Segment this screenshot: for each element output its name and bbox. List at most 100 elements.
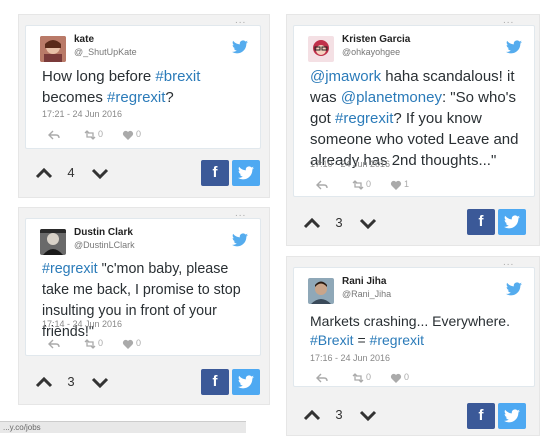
author-name[interactable]: Kristen Garcia: [342, 34, 410, 45]
retweet-count: 0: [98, 338, 104, 348]
mention-link[interactable]: @jmawork: [310, 68, 381, 85]
downvote-icon[interactable]: [91, 161, 109, 185]
retweet-icon: [84, 339, 96, 349]
embedded-tweet[interactable]: kate @_ShutUpKate How long before #brexi…: [25, 25, 261, 149]
like-action[interactable]: 0: [122, 129, 152, 141]
twitter-share-button[interactable]: [498, 403, 526, 429]
tweet-text: @jmawork haha scandalous! it was @planet…: [310, 66, 522, 171]
facebook-share-button[interactable]: f: [201, 160, 229, 186]
downvote-icon[interactable]: [359, 211, 377, 235]
tweet-timestamp[interactable]: 17:14 - 24 Jun 2016: [42, 319, 122, 329]
like-count: 1: [404, 179, 410, 189]
twitter-icon: [504, 409, 520, 423]
author-handle[interactable]: @_ShutUpKate: [74, 47, 137, 57]
author-handle[interactable]: @Rani_Jiha: [342, 289, 391, 299]
author-handle[interactable]: @DustinLClark: [74, 240, 135, 250]
hashtag-link[interactable]: #regrexit: [335, 110, 393, 127]
like-action[interactable]: 1: [390, 179, 420, 191]
avatar: [308, 36, 334, 62]
vote-count: 4: [67, 165, 75, 180]
author-name[interactable]: kate: [74, 34, 94, 45]
facebook-share-button[interactable]: f: [467, 403, 495, 429]
twitter-bird-icon[interactable]: [506, 282, 522, 296]
twitter-share-button[interactable]: [232, 160, 260, 186]
reply-icon[interactable]: [316, 179, 328, 191]
facebook-icon: f: [478, 407, 484, 424]
tweet-timestamp[interactable]: 17:10 - 24 Jun 2016: [310, 159, 390, 169]
tweet-card: ... Rani Jiha @Rani_Jiha Markets crashin…: [286, 256, 540, 436]
author-name[interactable]: Dustin Clark: [74, 227, 133, 238]
retweet-action[interactable]: 0: [352, 179, 382, 191]
retweet-count: 0: [366, 372, 372, 382]
text-segment: =: [353, 332, 370, 348]
facebook-share-button[interactable]: f: [201, 369, 229, 395]
tweet-text: Markets crashing... Everywhere. #Brexit …: [310, 312, 522, 350]
vote-widget: 3: [35, 370, 115, 394]
embedded-tweet[interactable]: Dustin Clark @DustinLClark #regrexit "c'…: [25, 218, 261, 356]
retweet-action[interactable]: 0: [84, 129, 114, 141]
downvote-icon[interactable]: [359, 403, 377, 427]
reply-icon[interactable]: [316, 372, 328, 384]
like-action[interactable]: 0: [122, 338, 152, 350]
tweet-timestamp[interactable]: 17:16 - 24 Jun 2016: [310, 353, 390, 363]
reply-icon[interactable]: [48, 338, 60, 350]
avatar: [40, 229, 66, 255]
twitter-bird-icon[interactable]: [232, 233, 248, 247]
facebook-icon: f: [212, 373, 218, 390]
vote-count: 3: [335, 215, 343, 230]
twitter-bird-icon[interactable]: [506, 40, 522, 54]
avatar-kristen: [308, 36, 334, 62]
vote-widget: 4: [35, 161, 115, 185]
hashtag-link[interactable]: #regrexit: [370, 332, 424, 348]
avatar-kate: [40, 36, 66, 62]
heart-icon: [122, 339, 134, 349]
upvote-icon[interactable]: [303, 403, 321, 427]
twitter-share-button[interactable]: [232, 369, 260, 395]
card-menu-dots[interactable]: ...: [235, 16, 246, 26]
twitter-bird-icon[interactable]: [232, 40, 248, 54]
hashtag-link[interactable]: #brexit: [155, 68, 200, 85]
reply-icon[interactable]: [48, 129, 60, 141]
card-menu-dots[interactable]: ...: [503, 16, 514, 26]
heart-icon: [390, 373, 402, 383]
hashtag-link[interactable]: #Brexit: [310, 332, 354, 348]
avatar: [40, 36, 66, 62]
facebook-icon: f: [478, 213, 484, 230]
twitter-icon: [504, 215, 520, 229]
upvote-icon[interactable]: [303, 211, 321, 235]
tweet-card: ... kate @_ShutUpKate How long before #b…: [18, 14, 270, 198]
retweet-icon: [352, 373, 364, 383]
like-count: 0: [136, 338, 142, 348]
embedded-tweet[interactable]: Kristen Garcia @ohkayohgee @jmawork haha…: [293, 25, 535, 197]
upvote-icon[interactable]: [35, 370, 53, 394]
facebook-share-button[interactable]: f: [467, 209, 495, 235]
tweet-timestamp[interactable]: 17:21 - 24 Jun 2016: [42, 109, 122, 119]
hashtag-link[interactable]: #regrexit: [107, 89, 165, 106]
author-name[interactable]: Rani Jiha: [342, 276, 386, 287]
tweet-card: ... Kristen Garcia @ohkayohgee @jmawork …: [286, 14, 540, 246]
like-action[interactable]: 0: [390, 372, 420, 384]
browser-status-bar: ...y.co/jobs: [0, 421, 246, 433]
twitter-share-button[interactable]: [498, 209, 526, 235]
downvote-icon[interactable]: [91, 370, 109, 394]
vote-count: 3: [335, 407, 343, 422]
tweet-card: ... Dustin Clark @DustinLClark #regrexit…: [18, 207, 270, 405]
tweet-text: #regrexit "c'mon baby, please take me ba…: [42, 259, 254, 343]
facebook-icon: f: [212, 164, 218, 181]
retweet-action[interactable]: 0: [352, 372, 382, 384]
like-count: 0: [404, 372, 410, 382]
vote-widget: 3: [303, 211, 383, 235]
like-count: 0: [136, 129, 142, 139]
card-menu-dots[interactable]: ...: [503, 258, 514, 268]
text-segment: becomes: [42, 89, 108, 106]
heart-icon: [122, 130, 134, 140]
card-menu-dots[interactable]: ...: [235, 209, 246, 219]
retweet-action[interactable]: 0: [84, 338, 114, 350]
avatar-dustin: [40, 229, 66, 255]
author-handle[interactable]: @ohkayohgee: [342, 47, 400, 57]
embedded-tweet[interactable]: Rani Jiha @Rani_Jiha Markets crashing...…: [293, 267, 535, 387]
upvote-icon[interactable]: [35, 161, 53, 185]
mention-link[interactable]: @planetmoney: [341, 89, 442, 106]
hashtag-link[interactable]: #regrexit: [42, 261, 98, 277]
avatar: [308, 278, 334, 304]
